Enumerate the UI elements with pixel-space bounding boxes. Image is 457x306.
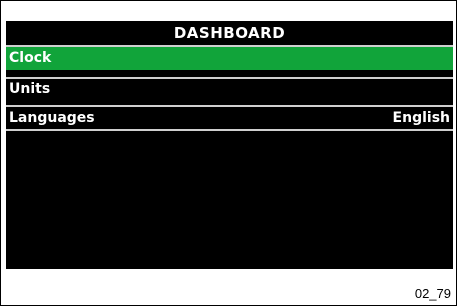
menu-item-clock[interactable]: Clock xyxy=(6,45,453,70)
dashboard-screen: DASHBOARD Clock Units Languages English xyxy=(6,21,453,269)
menu-divider xyxy=(6,129,453,131)
menu-item-label: Languages xyxy=(9,110,95,126)
menu-item-label: Clock xyxy=(9,50,52,66)
figure-id: 02_79 xyxy=(414,286,451,301)
menu-item-value: English xyxy=(392,110,450,126)
menu-item-label: Units xyxy=(9,81,51,97)
screen-title: DASHBOARD xyxy=(173,24,286,42)
menu-item-languages[interactable]: Languages English xyxy=(6,105,453,129)
figure-frame: DASHBOARD Clock Units Languages English … xyxy=(0,0,457,306)
menu-item-units[interactable]: Units xyxy=(6,77,453,99)
